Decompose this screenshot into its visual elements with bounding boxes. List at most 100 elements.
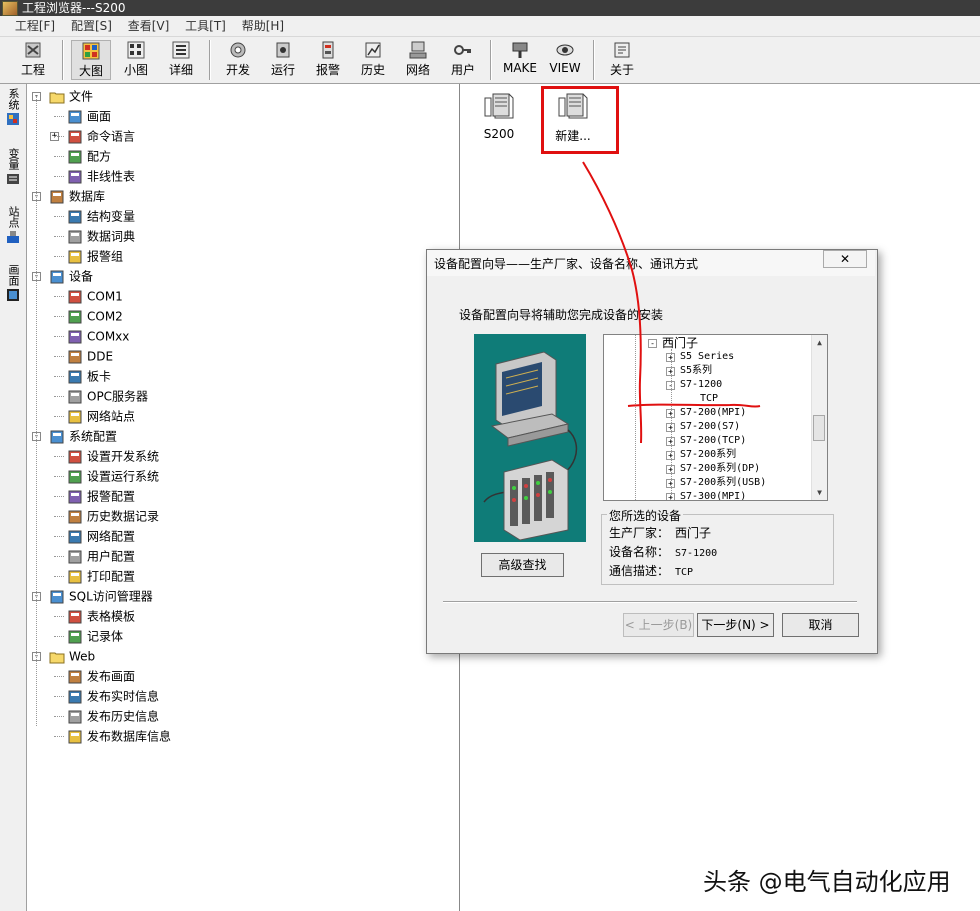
tree-connector: [54, 376, 64, 377]
toolbar-run-label: 运行: [270, 63, 295, 77]
device-tree-node[interactable]: S7-200(S7): [680, 420, 740, 434]
project-item-s200[interactable]: S200: [469, 90, 529, 141]
tree-node[interactable]: COM2: [67, 306, 123, 326]
script-icon: [68, 130, 82, 143]
device-tree-expander[interactable]: -: [648, 339, 657, 348]
tree-node[interactable]: 发布数据库信息: [67, 726, 171, 746]
project-icon: [25, 42, 41, 58]
tree-node[interactable]: 网络配置: [67, 526, 135, 546]
tree-node[interactable]: 报警配置: [67, 486, 135, 506]
toolbar-about-label: 关于: [609, 63, 634, 77]
tree-node[interactable]: 文件: [49, 86, 93, 106]
device-tree-node[interactable]: S7-200系列(USB): [680, 476, 766, 490]
project-tree: 文件 - 画面 命令语言 + 配方 非线性表 数据库 - 结构变量 数据词典 报警组 设备 - COM1 CO…: [27, 84, 460, 911]
toolbar-large-icons-button[interactable]: 大图: [71, 40, 111, 80]
tree-node[interactable]: 非线性表: [67, 166, 135, 186]
toolbar-make-button[interactable]: MAKE: [500, 40, 540, 80]
device-tree-node[interactable]: S7-200系列: [680, 448, 736, 462]
tree-node[interactable]: 报警组: [67, 246, 123, 266]
tab-system[interactable]: 系统: [3, 88, 23, 126]
side-tabs: 系统 变量 站点 画面: [0, 84, 27, 911]
tree-node[interactable]: 设备: [49, 266, 93, 286]
tab-variables[interactable]: 变量: [3, 148, 23, 186]
tree-node[interactable]: 画面: [67, 106, 111, 126]
tree-node[interactable]: Web: [49, 646, 95, 666]
tree-node[interactable]: 发布实时信息: [67, 686, 159, 706]
scroll-up-arrow[interactable]: ▲: [812, 335, 827, 350]
menu-view[interactable]: 查看[V]: [122, 16, 176, 36]
tree-node[interactable]: SQL访问管理器: [49, 586, 153, 606]
tree-node[interactable]: 记录体: [67, 626, 123, 646]
cancel-button[interactable]: 取消: [782, 613, 859, 637]
toolbar-project-button[interactable]: 工程: [13, 40, 53, 80]
system-icon: [7, 113, 19, 125]
next-button[interactable]: 下一步(N) >: [697, 613, 774, 637]
tree-node[interactable]: 发布画面: [67, 666, 135, 686]
scroll-thumb[interactable]: [813, 415, 825, 441]
toolbar-separator: [62, 40, 64, 80]
tree-node[interactable]: 设置开发系统: [67, 446, 159, 466]
device-tree-node[interactable]: TCP: [700, 392, 718, 406]
tree-node[interactable]: 命令语言: [67, 126, 135, 146]
toolbar-develop-button[interactable]: 开发: [218, 40, 258, 80]
scroll-down-arrow[interactable]: ▼: [812, 485, 827, 500]
toolbar-user-button[interactable]: 用户: [443, 40, 483, 80]
tab-stations[interactable]: 站点: [3, 206, 23, 244]
recipe-icon: [68, 150, 82, 163]
tree-node[interactable]: 用户配置: [67, 546, 135, 566]
toolbar-develop-label: 开发: [225, 63, 250, 77]
menu-config[interactable]: 配置[S]: [65, 16, 118, 36]
tree-node[interactable]: 设置运行系统: [67, 466, 159, 486]
device-tree[interactable]: ▲ ▼ 西门子 - S5 Series + S5系列 + S7-1200- TCP S7-200…: [603, 334, 828, 501]
tree-node[interactable]: 数据词典: [67, 226, 135, 246]
tree-node[interactable]: 结构变量: [67, 206, 135, 226]
toolbar-history-button[interactable]: 历史: [353, 40, 393, 80]
device-tree-node[interactable]: S7-200(MPI): [680, 406, 746, 420]
tree-node[interactable]: 历史数据记录: [67, 506, 159, 526]
tree-connector: [54, 176, 64, 177]
device-tree-node[interactable]: S7-200(TCP): [680, 434, 746, 448]
tree-node[interactable]: 板卡: [67, 366, 111, 386]
device-tree-node[interactable]: S7-300(MPI): [680, 490, 746, 500]
comm-label: 通信描述：: [609, 564, 670, 578]
tree-node[interactable]: COM1: [67, 286, 123, 306]
tree-node-label: 报警组: [87, 249, 124, 264]
tree-node[interactable]: 网络站点: [67, 406, 135, 426]
menu-project[interactable]: 工程[F]: [9, 16, 61, 36]
tree-node-label: 历史数据记录: [87, 509, 160, 524]
tree-node[interactable]: 数据库: [49, 186, 105, 206]
tree-node[interactable]: 配方: [67, 146, 111, 166]
tree-node[interactable]: COMxx: [67, 326, 129, 346]
toolbar-small-icons-button[interactable]: 小图: [116, 40, 156, 80]
toolbar-view-button[interactable]: VIEW: [545, 40, 585, 80]
device-tree-node[interactable]: S5系列: [680, 364, 712, 378]
tree-node[interactable]: 打印配置: [67, 566, 135, 586]
toolbar-alarm-button[interactable]: 报警: [308, 40, 348, 80]
tree-node[interactable]: 系统配置: [49, 426, 117, 446]
tree-connector: [54, 696, 64, 697]
device-tree-scrollbar[interactable]: ▲ ▼: [811, 335, 827, 500]
tree-node[interactable]: 发布历史信息: [67, 706, 159, 726]
menu-help[interactable]: 帮助[H]: [236, 16, 290, 36]
device-tree-node[interactable]: S7-200系列(DP): [680, 462, 760, 476]
prev-button[interactable]: < 上一步(B): [623, 613, 694, 637]
advanced-search-button[interactable]: 高级查找: [481, 553, 564, 577]
history-record-icon: [68, 510, 82, 523]
tab-pictures[interactable]: 画面: [3, 264, 23, 302]
history-icon: [365, 42, 381, 58]
toolbar-details-button[interactable]: 详细: [161, 40, 201, 80]
device-tree-node[interactable]: S5 Series: [680, 350, 734, 364]
sql-icon: [50, 590, 64, 603]
toolbar-network-button[interactable]: 网络: [398, 40, 438, 80]
toolbar-about-button[interactable]: 关于: [602, 40, 642, 80]
tree-node[interactable]: OPC服务器: [67, 386, 148, 406]
device-tree-node[interactable]: S7-1200: [680, 378, 722, 392]
annotation-highlight-box: [541, 86, 619, 154]
tree-node[interactable]: DDE: [67, 346, 113, 366]
toolbar-run-button[interactable]: 运行: [263, 40, 303, 80]
tree-node[interactable]: 表格模板: [67, 606, 135, 626]
device-tree-node[interactable]: 西门子: [662, 336, 698, 350]
menu-tools[interactable]: 工具[T]: [179, 16, 232, 36]
dialog-close-button[interactable]: ✕: [823, 250, 867, 268]
tree-node-label: DDE: [87, 349, 114, 364]
